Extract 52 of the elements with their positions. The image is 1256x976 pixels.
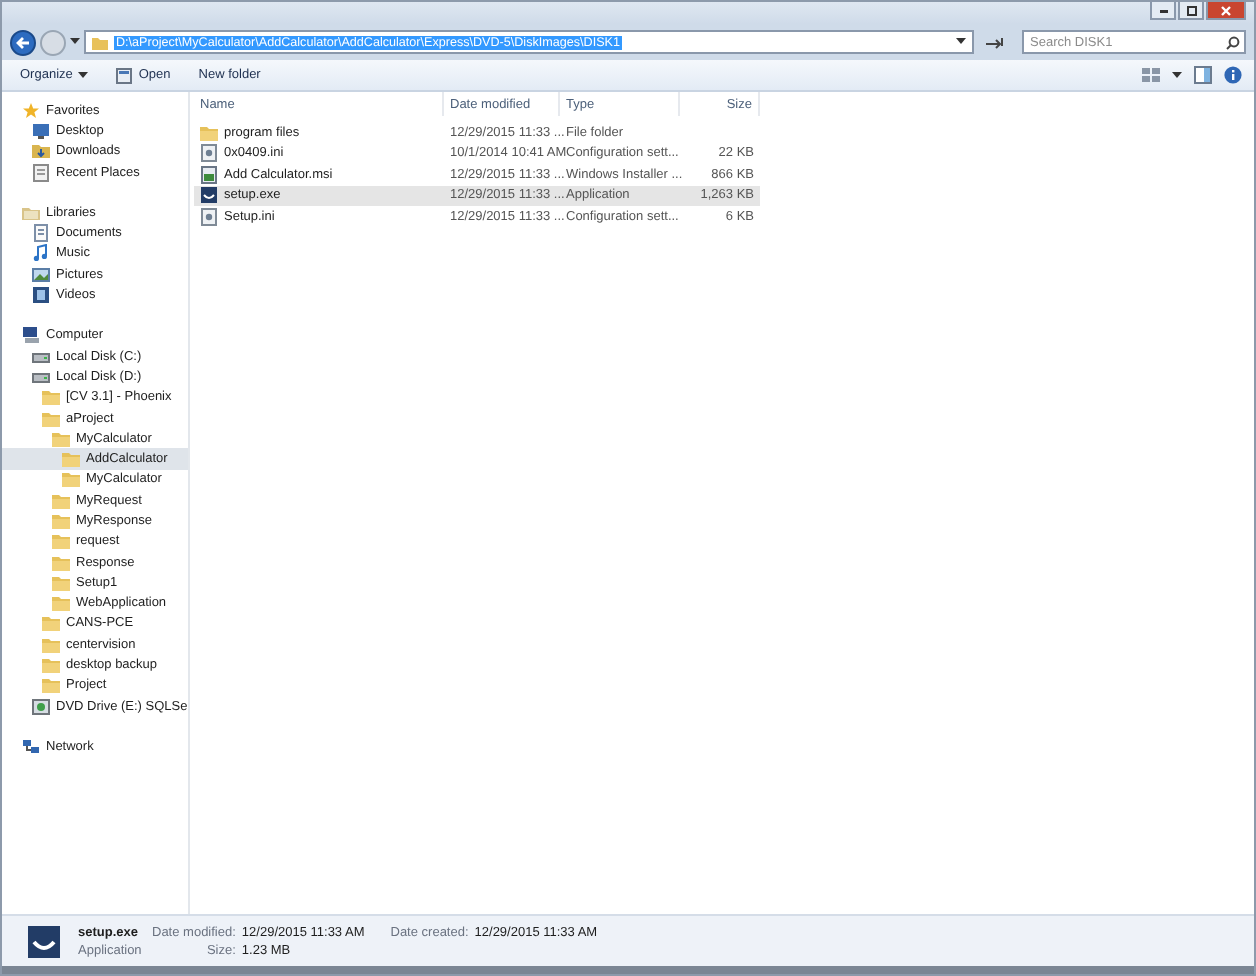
folder-icon (42, 635, 60, 654)
document-icon (32, 224, 50, 243)
caret-icon[interactable] (70, 38, 80, 46)
folder-icon (42, 656, 60, 675)
search-icon (1226, 35, 1240, 49)
folder-icon (42, 388, 60, 407)
application-icon (26, 923, 62, 959)
caret-icon (78, 71, 89, 79)
folder-icon (52, 573, 70, 592)
window-icon (116, 67, 133, 83)
folder-icon (32, 142, 50, 161)
picture-icon (32, 265, 50, 284)
folder-icon (52, 491, 70, 510)
folder-icon (42, 409, 60, 427)
library-icon (22, 203, 40, 222)
folder-icon (52, 594, 70, 613)
settings-file-icon (200, 207, 218, 226)
film-icon (32, 286, 50, 305)
star-icon (22, 101, 40, 120)
minimize-button[interactable] (1150, 2, 1176, 20)
close-icon (1220, 5, 1232, 15)
drive-icon (32, 347, 50, 366)
caret-icon[interactable] (1172, 71, 1182, 79)
folder-icon (52, 553, 70, 572)
preview-pane-icon[interactable] (1194, 66, 1212, 84)
help-icon[interactable] (1224, 66, 1242, 84)
folder-icon (52, 511, 70, 530)
folder-icon (62, 450, 80, 469)
drive-icon (32, 367, 50, 386)
maximize-button[interactable] (1178, 2, 1204, 20)
folder-icon (42, 676, 60, 695)
computer-icon (22, 326, 40, 345)
maximize-icon (1185, 5, 1197, 15)
folder-icon (92, 35, 108, 49)
installer-icon (200, 165, 218, 184)
view-icon[interactable] (1142, 68, 1160, 82)
music-note-icon (32, 244, 50, 263)
minimize-icon (1157, 6, 1169, 14)
folder-icon (52, 532, 70, 551)
caret-icon[interactable] (956, 38, 966, 46)
settings-file-icon (200, 144, 218, 163)
close-button[interactable] (1206, 2, 1246, 20)
disc-drive-icon (32, 697, 50, 716)
document-icon (32, 163, 50, 182)
monitor-icon (32, 121, 50, 140)
folder-icon (62, 470, 80, 489)
folder-icon (42, 614, 60, 633)
network-icon (22, 737, 40, 756)
back-arrow-icon[interactable] (10, 29, 36, 55)
folder-icon (52, 429, 70, 448)
folder-icon (200, 123, 218, 142)
application-icon (200, 186, 218, 205)
